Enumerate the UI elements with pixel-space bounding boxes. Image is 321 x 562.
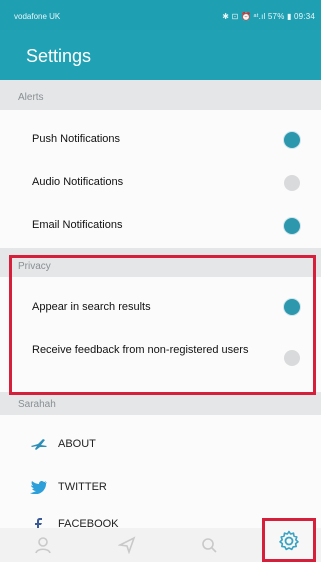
twitter-icon xyxy=(30,480,47,494)
section-header-sarahah: Sarahah xyxy=(18,399,56,410)
plane-icon xyxy=(31,439,47,450)
push-notifications-toggle[interactable] xyxy=(284,132,300,148)
app-bar: Settings xyxy=(0,30,321,80)
twitter-link[interactable]: TWITTER xyxy=(30,480,107,494)
audio-notifications-toggle[interactable] xyxy=(276,175,300,191)
profile-icon[interactable] xyxy=(34,536,52,554)
page-title: Settings xyxy=(26,46,92,66)
carrier-label: vodafone UK xyxy=(14,12,61,21)
settings-tab-highlight[interactable] xyxy=(262,518,316,562)
email-notifications-label: Email Notifications xyxy=(32,219,123,231)
status-indicators: ✱ ⊡ ⏰ ᵃᵗ.ıl 57% ▮ 09:34 xyxy=(222,12,315,21)
about-link[interactable]: ABOUT xyxy=(30,437,96,451)
search-icon[interactable] xyxy=(200,536,218,554)
alerts-card: Push Notifications Audio Notifications E… xyxy=(0,110,321,248)
facebook-label: FACEBOOK xyxy=(58,518,119,528)
about-label: ABOUT xyxy=(58,438,96,450)
facebook-icon xyxy=(35,518,42,528)
privacy-highlight-box xyxy=(9,255,316,395)
section-header-alerts: Alerts xyxy=(18,92,44,103)
settings-gear-icon[interactable] xyxy=(277,529,301,553)
status-bar: vodafone UK ✱ ⊡ ⏰ ᵃᵗ.ıl 57% ▮ 09:34 xyxy=(0,0,321,30)
email-notifications-toggle[interactable] xyxy=(284,218,300,234)
send-icon[interactable] xyxy=(118,536,136,554)
push-notifications-label: Push Notifications xyxy=(32,133,121,145)
facebook-link[interactable]: FACEBOOK xyxy=(30,518,119,528)
sarahah-card: ABOUT TWITTER FACEBOOK xyxy=(0,415,321,528)
twitter-label: TWITTER xyxy=(58,481,107,493)
audio-notifications-label: Audio Notifications xyxy=(32,176,124,188)
